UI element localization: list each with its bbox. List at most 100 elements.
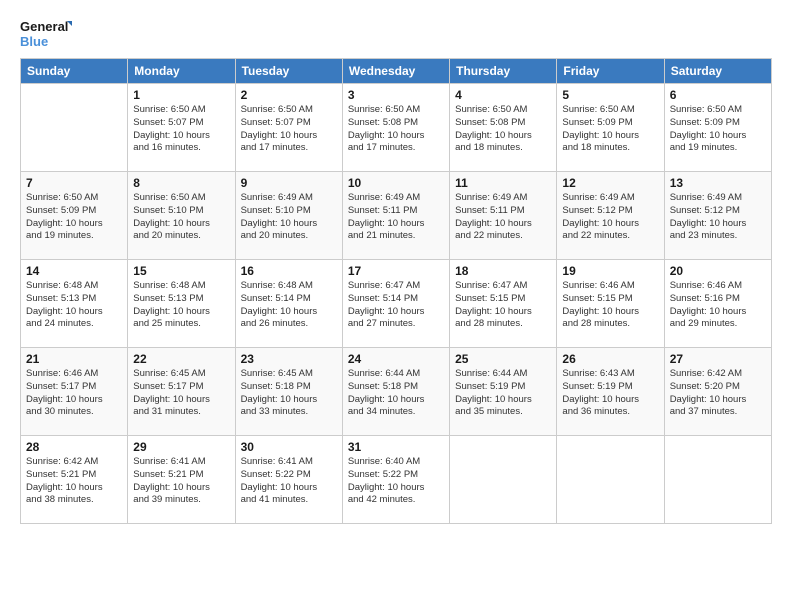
calendar-cell: 23Sunrise: 6:45 AM Sunset: 5:18 PM Dayli…: [235, 348, 342, 436]
day-info: Sunrise: 6:47 AM Sunset: 5:14 PM Dayligh…: [348, 280, 444, 331]
calendar-cell: 12Sunrise: 6:49 AM Sunset: 5:12 PM Dayli…: [557, 172, 664, 260]
calendar: SundayMondayTuesdayWednesdayThursdayFrid…: [20, 58, 772, 524]
day-info: Sunrise: 6:41 AM Sunset: 5:21 PM Dayligh…: [133, 456, 229, 507]
day-number: 14: [26, 264, 122, 278]
day-number: 2: [241, 88, 337, 102]
calendar-header-cell: Wednesday: [342, 59, 449, 84]
logo: General Blue: [20, 16, 72, 52]
calendar-cell: [450, 436, 557, 524]
day-number: 21: [26, 352, 122, 366]
calendar-header-cell: Thursday: [450, 59, 557, 84]
header: General Blue: [20, 16, 772, 52]
day-number: 28: [26, 440, 122, 454]
day-info: Sunrise: 6:49 AM Sunset: 5:11 PM Dayligh…: [348, 192, 444, 243]
day-number: 8: [133, 176, 229, 190]
calendar-cell: 31 Sunrise: 6:40 AM Sunset: 5:22 PM Dayli…: [342, 436, 449, 524]
day-number: 7: [26, 176, 122, 190]
calendar-header-cell: Sunday: [21, 59, 128, 84]
day-info: Sunrise: 6:48 AM Sunset: 5:14 PM Dayligh…: [241, 280, 337, 331]
day-number: 27: [670, 352, 766, 366]
calendar-week-row: 7 Sunrise: 6:50 AM Sunset: 5:09 PM Daylig…: [21, 172, 772, 260]
day-number: 30: [241, 440, 337, 454]
calendar-cell: 29 Sunrise: 6:41 AM Sunset: 5:21 PM Dayli…: [128, 436, 235, 524]
calendar-cell: 20 Sunrise: 6:46 AM Sunset: 5:16 PM Dayli…: [664, 260, 771, 348]
calendar-cell: 26 Sunrise: 6:43 AM Sunset: 5:19 PM Dayli…: [557, 348, 664, 436]
day-number: 12: [562, 176, 658, 190]
day-number: 3: [348, 88, 444, 102]
day-number: 31: [348, 440, 444, 454]
calendar-cell: 25 Sunrise: 6:44 AM Sunset: 5:19 PM Dayli…: [450, 348, 557, 436]
calendar-cell: 13Sunrise: 6:49 AM Sunset: 5:12 PM Dayli…: [664, 172, 771, 260]
calendar-cell: 1Sunrise: 6:50 AM Sunset: 5:07 PM Daylig…: [128, 84, 235, 172]
day-info: Sunrise: 6:41 AM Sunset: 5:22 PM Dayligh…: [241, 456, 337, 507]
day-info: Sunrise: 6:42 AM Sunset: 5:20 PM Dayligh…: [670, 368, 766, 419]
calendar-body: 1 Sunrise: 6:50 AM Sunset: 5:07 PM Daylig…: [21, 84, 772, 524]
calendar-cell: 16 Sunrise: 6:48 AM Sunset: 5:14 PM Dayli…: [235, 260, 342, 348]
calendar-header-cell: Friday: [557, 59, 664, 84]
calendar-cell: 14 Sunrise: 6:48 AM Sunset: 5:13 PM Dayli…: [21, 260, 128, 348]
day-number: 1: [133, 88, 229, 102]
day-number: 11: [455, 176, 551, 190]
svg-text:Blue: Blue: [20, 34, 48, 49]
day-info: Sunrise: 6:46 AM Sunset: 5:15 PM Dayligh…: [562, 280, 658, 331]
day-number: 25: [455, 352, 551, 366]
day-number: 29: [133, 440, 229, 454]
day-info: Sunrise: 6:44 AM Sunset: 5:19 PM Dayligh…: [455, 368, 551, 419]
day-info: Sunrise: 6:40 AM Sunset: 5:22 PM Dayligh…: [348, 456, 444, 507]
day-number: 17: [348, 264, 444, 278]
calendar-cell: 24 Sunrise: 6:44 AM Sunset: 5:18 PM Dayli…: [342, 348, 449, 436]
calendar-cell: 11 Sunrise: 6:49 AM Sunset: 5:11 PM Dayli…: [450, 172, 557, 260]
day-info: Sunrise: 6:49 AM Sunset: 5:10 PM Dayligh…: [241, 192, 337, 243]
day-info: Sunrise: 6:49 AM Sunset: 5:11 PM Dayligh…: [455, 192, 551, 243]
day-number: 18: [455, 264, 551, 278]
calendar-cell: 15 Sunrise: 6:48 AM Sunset: 5:13 PM Dayli…: [128, 260, 235, 348]
calendar-cell: 8 Sunrise: 6:50 AM Sunset: 5:10 PM Daylig…: [128, 172, 235, 260]
day-number: 24: [348, 352, 444, 366]
day-info: Sunrise: 6:50 AM Sunset: 5:10 PM Dayligh…: [133, 192, 229, 243]
calendar-cell: 3Sunrise: 6:50 AM Sunset: 5:08 PM Daylig…: [342, 84, 449, 172]
day-info: Sunrise: 6:45 AM Sunset: 5:18 PM Dayligh…: [241, 368, 337, 419]
calendar-cell: 10 Sunrise: 6:49 AM Sunset: 5:11 PM Dayli…: [342, 172, 449, 260]
calendar-cell: 27 Sunrise: 6:42 AM Sunset: 5:20 PM Dayli…: [664, 348, 771, 436]
calendar-cell: 5Sunrise: 6:50 AM Sunset: 5:09 PM Daylig…: [557, 84, 664, 172]
logo-svg: General Blue: [20, 16, 72, 52]
calendar-cell: 19 Sunrise: 6:46 AM Sunset: 5:15 PM Dayli…: [557, 260, 664, 348]
day-info: Sunrise: 6:45 AM Sunset: 5:17 PM Dayligh…: [133, 368, 229, 419]
calendar-header-row: SundayMondayTuesdayWednesdayThursdayFrid…: [21, 59, 772, 84]
calendar-week-row: 1 Sunrise: 6:50 AM Sunset: 5:07 PM Daylig…: [21, 84, 772, 172]
calendar-cell: 17 Sunrise: 6:47 AM Sunset: 5:14 PM Dayli…: [342, 260, 449, 348]
calendar-cell: 4 Sunrise: 6:50 AM Sunset: 5:08 PM Daylig…: [450, 84, 557, 172]
day-number: 4: [455, 88, 551, 102]
calendar-cell: 7 Sunrise: 6:50 AM Sunset: 5:09 PM Daylig…: [21, 172, 128, 260]
calendar-header-cell: Saturday: [664, 59, 771, 84]
day-info: Sunrise: 6:48 AM Sunset: 5:13 PM Dayligh…: [133, 280, 229, 331]
day-number: 6: [670, 88, 766, 102]
day-info: Sunrise: 6:43 AM Sunset: 5:19 PM Dayligh…: [562, 368, 658, 419]
calendar-cell: 9 Sunrise: 6:49 AM Sunset: 5:10 PM Daylig…: [235, 172, 342, 260]
day-info: Sunrise: 6:50 AM Sunset: 5:09 PM Dayligh…: [562, 104, 658, 155]
svg-text:General: General: [20, 19, 68, 34]
calendar-cell: 30 Sunrise: 6:41 AM Sunset: 5:22 PM Dayli…: [235, 436, 342, 524]
day-number: 19: [562, 264, 658, 278]
day-info: Sunrise: 6:44 AM Sunset: 5:18 PM Dayligh…: [348, 368, 444, 419]
day-info: Sunrise: 6:50 AM Sunset: 5:09 PM Dayligh…: [670, 104, 766, 155]
day-info: Sunrise: 6:50 AM Sunset: 5:07 PM Dayligh…: [241, 104, 337, 155]
calendar-cell: [21, 84, 128, 172]
day-info: Sunrise: 6:46 AM Sunset: 5:16 PM Dayligh…: [670, 280, 766, 331]
calendar-cell: 2 Sunrise: 6:50 AM Sunset: 5:07 PM Daylig…: [235, 84, 342, 172]
day-number: 10: [348, 176, 444, 190]
day-number: 15: [133, 264, 229, 278]
calendar-cell: [557, 436, 664, 524]
day-info: Sunrise: 6:46 AM Sunset: 5:17 PM Dayligh…: [26, 368, 122, 419]
day-number: 26: [562, 352, 658, 366]
day-info: Sunrise: 6:50 AM Sunset: 5:09 PM Dayligh…: [26, 192, 122, 243]
day-info: Sunrise: 6:50 AM Sunset: 5:08 PM Dayligh…: [455, 104, 551, 155]
day-number: 16: [241, 264, 337, 278]
calendar-week-row: 14 Sunrise: 6:48 AM Sunset: 5:13 PM Dayli…: [21, 260, 772, 348]
day-number: 9: [241, 176, 337, 190]
day-info: Sunrise: 6:48 AM Sunset: 5:13 PM Dayligh…: [26, 280, 122, 331]
calendar-header-cell: Tuesday: [235, 59, 342, 84]
calendar-cell: 21 Sunrise: 6:46 AM Sunset: 5:17 PM Dayli…: [21, 348, 128, 436]
day-number: 20: [670, 264, 766, 278]
day-number: 22: [133, 352, 229, 366]
